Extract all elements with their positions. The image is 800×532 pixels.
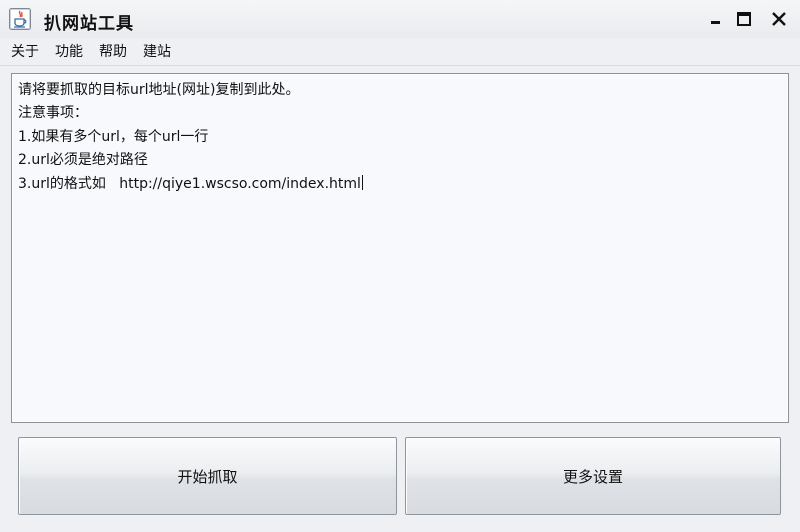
url-textarea-content[interactable]: 请将要抓取的目标url地址(网址)复制到此处。 注意事项： 1.如果有多个url，每… (18, 79, 782, 417)
menu-item-about[interactable]: 关于 (0, 39, 47, 65)
menu-item-functions[interactable]: 功能 (47, 39, 91, 65)
close-icon[interactable] (768, 8, 790, 30)
more-settings-button[interactable]: 更多设置 (405, 437, 781, 515)
textarea-line: 2.url必须是绝对路径 (18, 152, 148, 169)
menu-item-build-site[interactable]: 建站 (135, 39, 179, 65)
title-bar[interactable]: 扒网站工具 (0, 0, 800, 38)
textarea-line: 请将要抓取的目标url地址(网址)复制到此处。 (18, 82, 300, 98)
menu-bar: 关于 功能 帮助 建站 (0, 38, 800, 66)
app-window: 扒网站工具 关于 功能 帮助 建站 请将要抓取的目标url地址(网址)复制到此处… (0, 0, 800, 532)
textarea-line-last: 3.url的格式如 http://qiye1.wscso.com/index.h… (18, 173, 782, 196)
textarea-line: 注意事项： (18, 105, 88, 122)
maximize-icon[interactable] (733, 8, 755, 30)
textarea-line: 3.url的格式如 http://qiye1.wscso.com/index.h… (18, 175, 361, 192)
menu-item-help[interactable]: 帮助 (91, 39, 135, 65)
url-textarea[interactable]: 请将要抓取的目标url地址(网址)复制到此处。 注意事项： 1.如果有多个url，每… (11, 73, 789, 423)
text-caret (361, 174, 363, 190)
window-title: 扒网站工具 (44, 14, 134, 34)
java-app-icon (9, 8, 31, 30)
textarea-line: 1.如果有多个url，每个url一行 (18, 128, 209, 145)
start-crawl-button[interactable]: 开始抓取 (18, 437, 397, 515)
minimize-icon[interactable] (705, 8, 727, 30)
